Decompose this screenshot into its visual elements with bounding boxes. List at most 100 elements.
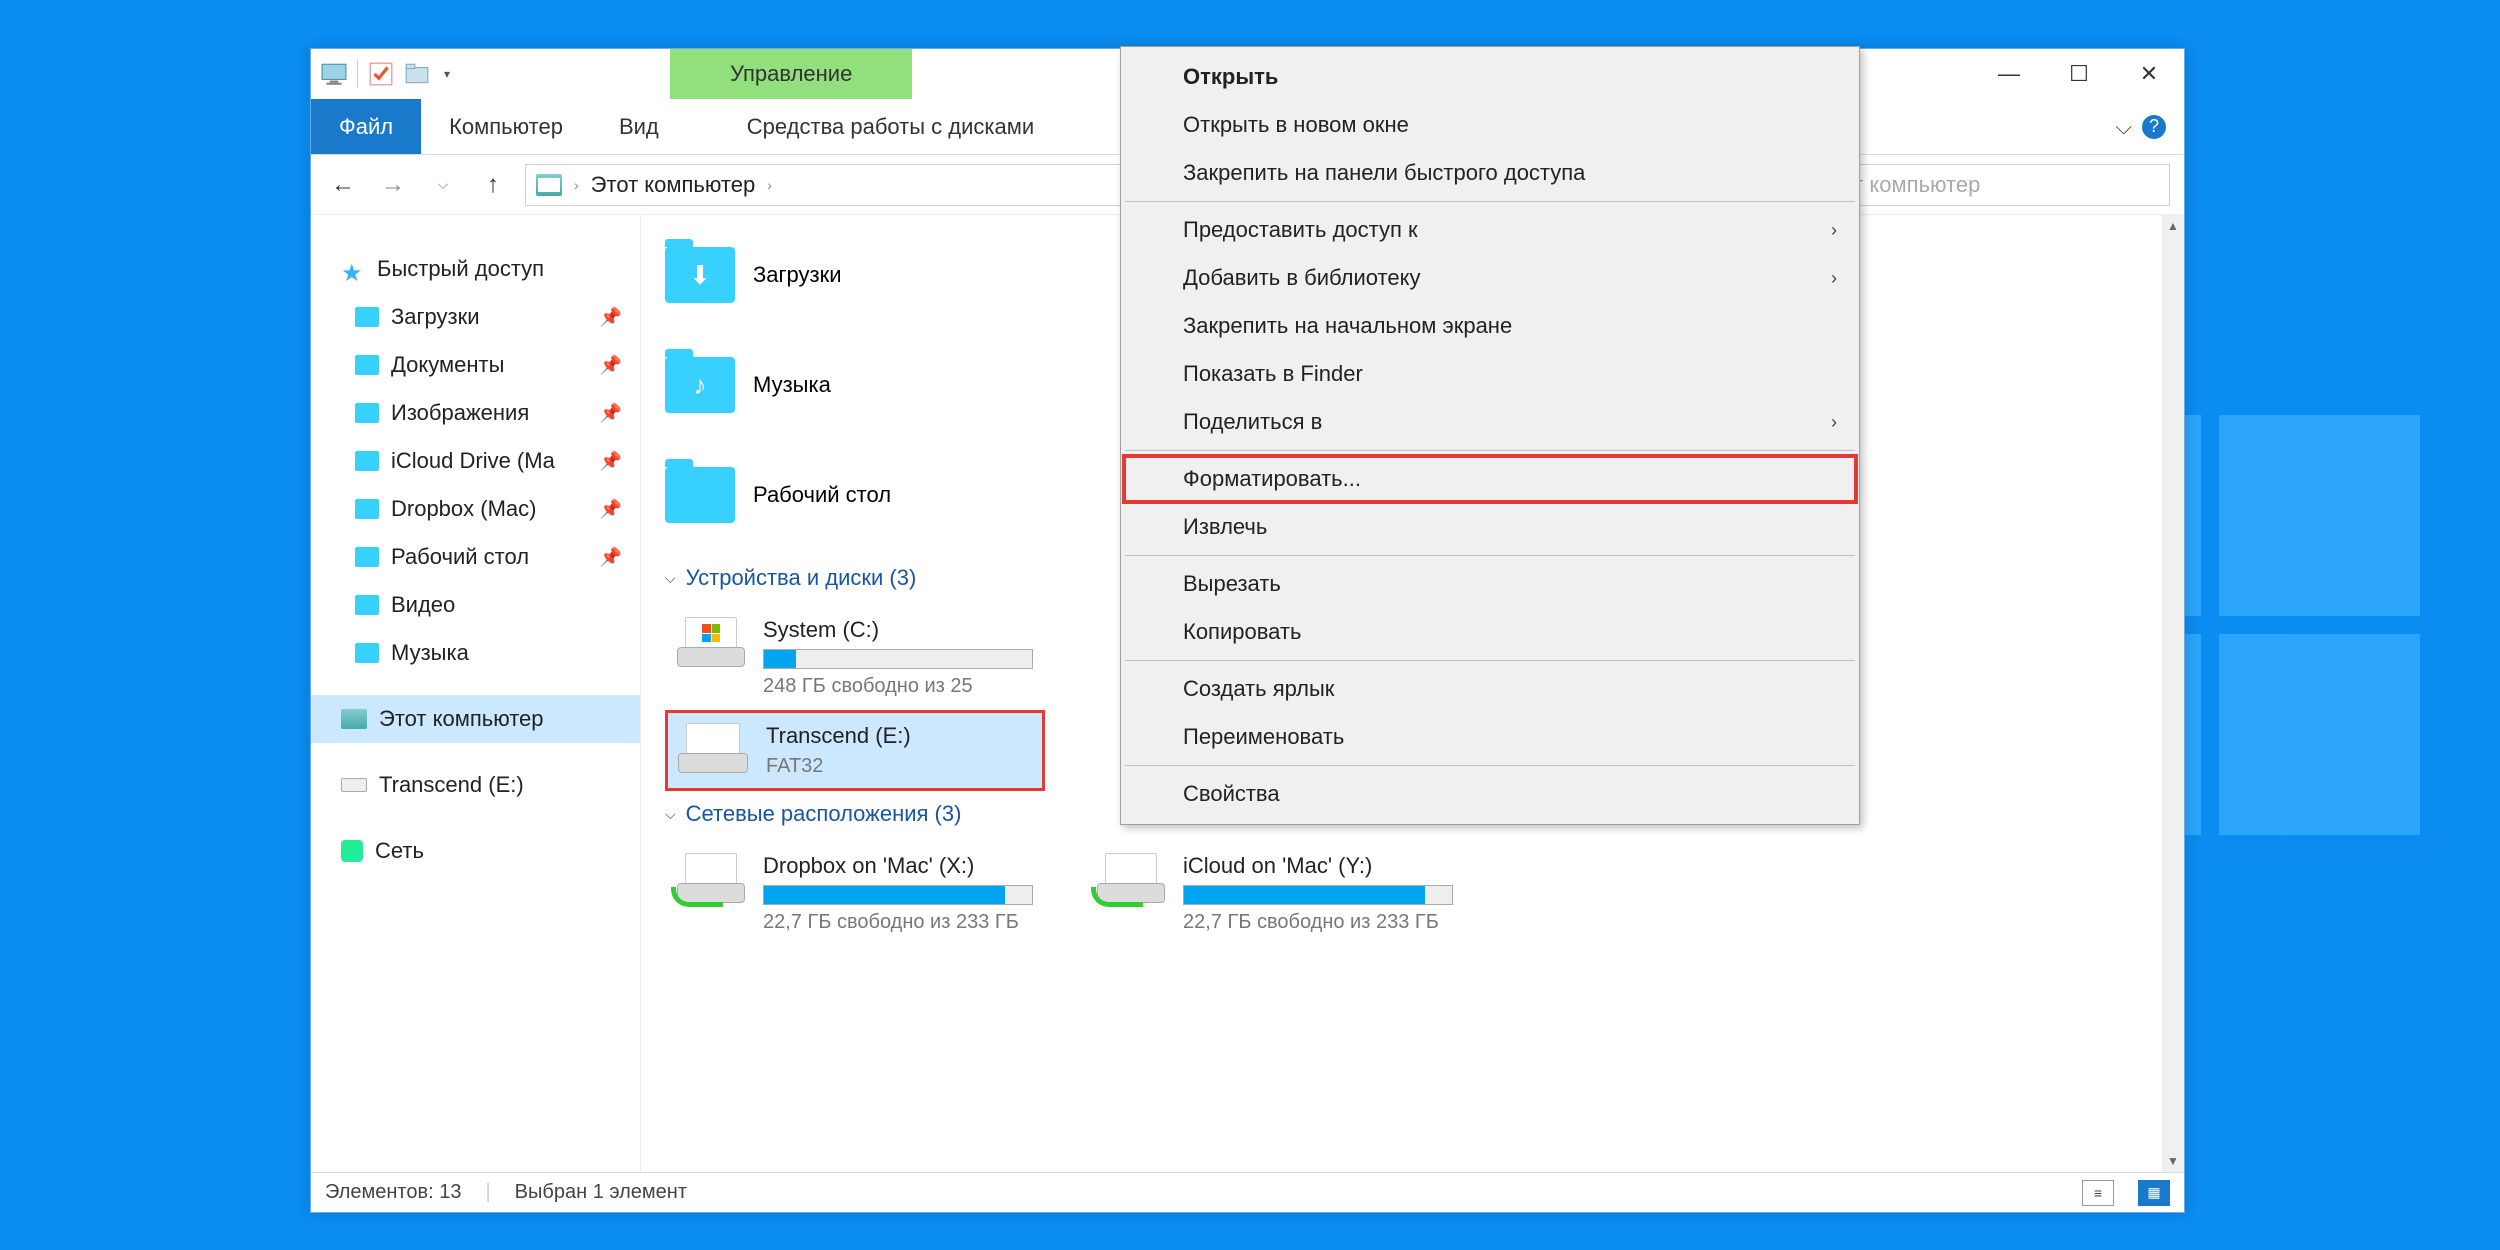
menu-item-label: Вырезать <box>1183 571 1281 597</box>
context-menu-item[interactable]: Закрепить на панели быстрого доступа <box>1123 149 1857 197</box>
folder-label: Рабочий стол <box>753 482 891 508</box>
menu-item-label: Форматировать... <box>1183 466 1361 492</box>
sidebar-item[interactable]: Документы 📌 <box>311 341 640 389</box>
sidebar-network[interactable]: Сеть <box>311 827 640 875</box>
sidebar-label: Изображения <box>391 400 529 426</box>
sidebar-label: Музыка <box>391 640 469 666</box>
pin-icon: 📌 <box>600 451 622 472</box>
network-drive-tile[interactable]: Dropbox on 'Mac' (X:) 22,7 ГБ свободно и… <box>665 841 1045 946</box>
sidebar-item[interactable]: Изображения 📌 <box>311 389 640 437</box>
context-menu-item[interactable]: Свойства <box>1123 770 1857 818</box>
folder-icon <box>355 307 379 327</box>
pin-icon: 📌 <box>600 499 622 520</box>
details-view-button[interactable]: ≡ <box>2082 1180 2114 1206</box>
menu-item-label: Поделиться в <box>1183 409 1322 435</box>
context-menu-item[interactable]: Копировать <box>1123 608 1857 656</box>
folder-tile[interactable]: ⬇ Загрузки <box>665 235 1045 315</box>
context-menu-item[interactable]: Предоставить доступ к› <box>1123 206 1857 254</box>
sidebar-label: Transcend (E:) <box>379 772 524 798</box>
sidebar-label: Видео <box>391 592 455 618</box>
menu-item-label: Свойства <box>1183 781 1280 807</box>
file-tab[interactable]: Файл <box>311 99 421 154</box>
menu-separator <box>1125 765 1855 766</box>
quick-access-header[interactable]: ★ Быстрый доступ <box>311 245 640 293</box>
drive-subtext: FAT32 <box>766 755 911 778</box>
folder-tile[interactable]: ♪ Музыка <box>665 345 1045 425</box>
context-menu-item[interactable]: Извлечь <box>1123 503 1857 551</box>
context-menu-item[interactable]: Открыть в новом окне <box>1123 101 1857 149</box>
vertical-scrollbar[interactable]: ▲ ▼ <box>2162 215 2184 1172</box>
context-menu-item[interactable]: Создать ярлык <box>1123 665 1857 713</box>
close-button[interactable]: ✕ <box>2114 49 2184 99</box>
folder-icon <box>355 355 379 375</box>
drive-icon <box>678 723 748 773</box>
nav-forward-button[interactable]: → <box>375 167 411 203</box>
quick-access-label: Быстрый доступ <box>377 256 544 282</box>
menu-item-label: Закрепить на панели быстрого доступа <box>1183 160 1585 186</box>
menu-separator <box>1125 201 1855 202</box>
section-label: Сетевые расположения (3) <box>686 801 962 827</box>
context-menu-item[interactable]: Добавить в библиотеку› <box>1123 254 1857 302</box>
chevron-down-icon: ⌵ <box>665 806 676 823</box>
location-pc-icon <box>536 174 562 196</box>
submenu-arrow-icon: › <box>1831 412 1837 433</box>
sidebar-item[interactable]: Видео <box>311 581 640 629</box>
context-menu-item[interactable]: Вырезать <box>1123 560 1857 608</box>
context-menu-item[interactable]: Показать в Finder <box>1123 350 1857 398</box>
folder-label: Музыка <box>753 372 831 398</box>
sidebar-label: Рабочий стол <box>391 544 529 570</box>
drive-icon <box>677 617 745 667</box>
scroll-down-arrow[interactable]: ▼ <box>2162 1150 2184 1172</box>
drive-tile[interactable]: System (C:) 248 ГБ свободно из 25 <box>665 605 1045 710</box>
pin-icon: 📌 <box>600 547 622 568</box>
status-bar: Элементов: 13 | Выбран 1 элемент ≡ ▦ <box>311 1172 2184 1212</box>
nav-back-button[interactable]: ← <box>325 167 361 203</box>
sidebar-item[interactable]: Dropbox (Mac) 📌 <box>311 485 640 533</box>
drive-tile-selected[interactable]: Transcend (E:) FAT32 <box>665 710 1045 791</box>
sidebar-label: iCloud Drive (Ma <box>391 448 555 474</box>
context-menu-item[interactable]: Открыть <box>1123 53 1857 101</box>
nav-recent-chevron[interactable]: ⌵ <box>425 167 461 203</box>
status-selection: Выбран 1 элемент <box>515 1181 687 1204</box>
qat-customize-chevron[interactable]: ▾ <box>444 67 450 81</box>
sidebar-transcend-drive[interactable]: Transcend (E:) <box>311 761 640 809</box>
context-menu-format[interactable]: Форматировать... <box>1123 455 1857 503</box>
network-drive-tile[interactable]: iCloud on 'Mac' (Y:) 22,7 ГБ свободно из… <box>1085 841 1465 946</box>
nav-up-button[interactable]: ↑ <box>475 167 511 203</box>
maximize-button[interactable]: ☐ <box>2044 49 2114 99</box>
new-folder-icon[interactable] <box>404 61 430 87</box>
help-icon[interactable]: ? <box>2142 115 2166 139</box>
breadcrumb-segment[interactable]: Этот компьютер <box>591 172 756 198</box>
ribbon-collapse[interactable]: ⌵ ? <box>2097 99 2184 154</box>
drive-capacity-bar <box>1183 885 1453 905</box>
sidebar-item[interactable]: Рабочий стол 📌 <box>311 533 640 581</box>
menu-separator <box>1125 555 1855 556</box>
menu-item-label: Создать ярлык <box>1183 676 1334 702</box>
view-tab[interactable]: Вид <box>591 99 687 154</box>
properties-icon[interactable] <box>368 61 394 87</box>
sidebar-item[interactable]: Загрузки 📌 <box>311 293 640 341</box>
tiles-view-button[interactable]: ▦ <box>2138 1180 2170 1206</box>
computer-tab[interactable]: Компьютер <box>421 99 591 154</box>
sidebar-this-pc[interactable]: Этот компьютер <box>311 695 640 743</box>
menu-item-label: Переименовать <box>1183 724 1344 750</box>
minimize-button[interactable]: — <box>1974 49 2044 99</box>
sidebar-label: Документы <box>391 352 504 378</box>
window-controls: — ☐ ✕ <box>1974 49 2184 99</box>
scroll-up-arrow[interactable]: ▲ <box>2162 215 2184 237</box>
context-menu-item[interactable]: Закрепить на начальном экране <box>1123 302 1857 350</box>
drive-name: Transcend (E:) <box>766 723 911 749</box>
pc-icon <box>341 709 367 729</box>
menu-separator <box>1125 450 1855 451</box>
context-menu-item[interactable]: Поделиться в › <box>1123 398 1857 446</box>
folder-icon <box>355 451 379 471</box>
drive-capacity-bar <box>763 885 1033 905</box>
sidebar-item[interactable]: iCloud Drive (Ma 📌 <box>311 437 640 485</box>
drive-subtext: 22,7 ГБ свободно из 233 ГБ <box>763 911 1033 934</box>
chevron-down-icon: ⌵ <box>665 570 676 587</box>
chevron-right-icon[interactable]: › <box>767 177 772 193</box>
drive-tools-tab[interactable]: Средства работы с дисками <box>715 99 1066 154</box>
folder-tile[interactable]: Рабочий стол <box>665 455 1045 535</box>
context-menu-item[interactable]: Переименовать <box>1123 713 1857 761</box>
sidebar-item[interactable]: Музыка <box>311 629 640 677</box>
